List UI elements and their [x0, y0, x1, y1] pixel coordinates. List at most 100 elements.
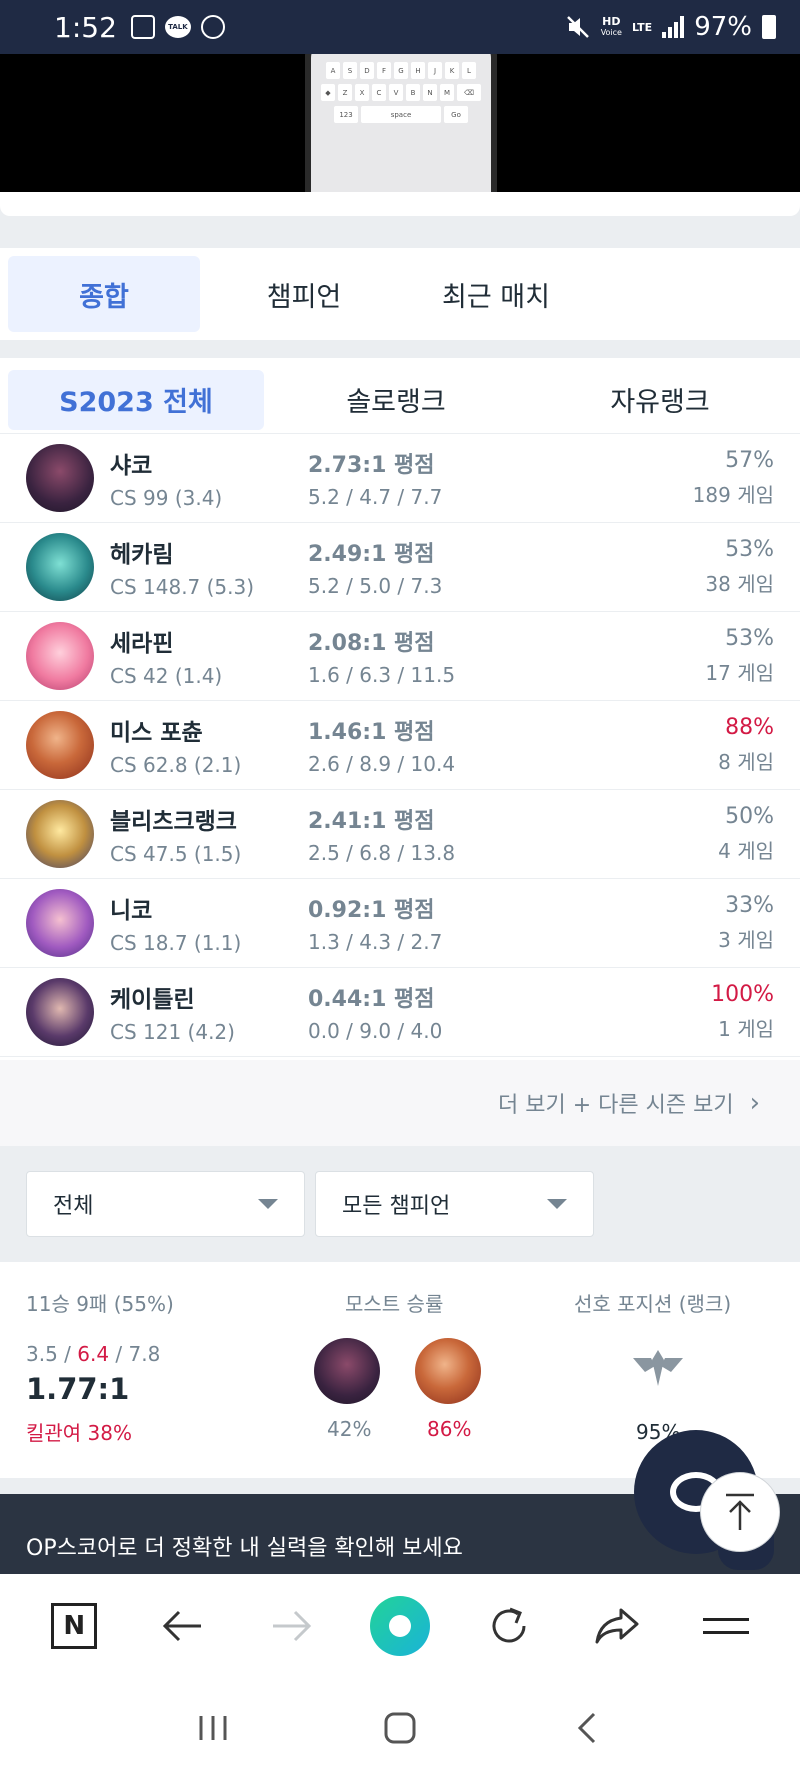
tab-solo-rank[interactable]: 솔로랭크: [264, 370, 528, 430]
champion-row[interactable]: 니코 CS 18.7 (1.1) 0.92:1 평점 1.3 / 4.3 / 2…: [0, 879, 800, 968]
key: D: [360, 62, 374, 79]
key: L: [462, 62, 476, 79]
champion-row[interactable]: 블리츠크랭크 CS 47.5 (1.5) 2.41:1 평점 2.5 / 6.8…: [0, 790, 800, 879]
most-champion-avatar[interactable]: [415, 1338, 481, 1404]
lte-icon: LTE: [631, 20, 653, 34]
champion-games: 8 게임: [718, 750, 774, 774]
most-winrate-label: 모스트 승률: [345, 1292, 444, 1316]
key: G: [394, 62, 408, 79]
arrow-right-icon: [273, 1610, 312, 1642]
champion-kda: 2.49:1 평점 5.2 / 5.0 / 7.3: [308, 536, 548, 598]
champion-kda-ratio: 2.49:1 평점: [308, 542, 435, 567]
average-kda: 3.5 / 6.4 / 7.8: [26, 1342, 161, 1366]
champion-games: 3 게임: [718, 928, 774, 952]
key: F: [377, 62, 391, 79]
banner-text: OP스코어로 더 정확한 내 실력을 확인해 보세요: [26, 1536, 463, 1561]
champion-games: 17 게임: [705, 661, 774, 685]
champion-games: 1 게임: [718, 1017, 774, 1041]
keyboard-row-1: A S D F G H J K L: [319, 62, 483, 79]
kill-participation: 킬관여 38%: [26, 1421, 133, 1445]
champion-info: 케이틀린 CS 121 (4.2): [110, 980, 300, 1044]
most-champion-avatar[interactable]: [314, 1338, 380, 1404]
main-tabs: 종합 챔피언 최근 매치: [0, 248, 800, 340]
home-icon: [384, 1712, 416, 1744]
champion-name: 미스 포츈: [110, 720, 203, 746]
champion-row[interactable]: 미스 포츈 CS 62.8 (2.1) 1.46:1 평점 2.6 / 8.9 …: [0, 701, 800, 790]
hd-voice-icon: HD Voice: [601, 16, 622, 38]
status-bar: 1:52 TALK HD Voice LTE 97%: [0, 0, 800, 54]
battery-icon: [762, 15, 776, 39]
champion-select[interactable]: 모든 챔피언: [315, 1171, 594, 1237]
champion-kda: 2.73:1 평점 5.2 / 4.7 / 7.7: [308, 447, 548, 509]
champion-winrate: 33%: [725, 893, 774, 918]
tab-champion[interactable]: 챔피언: [208, 256, 400, 332]
video-player[interactable]: A S D F G H J K L ◆ Z X C V B N M ⌫ 123 …: [0, 54, 800, 192]
queue-select[interactable]: 전체: [26, 1171, 305, 1237]
tab-flex-rank[interactable]: 자유랭크: [528, 370, 792, 430]
status-time: 1:52: [54, 10, 117, 44]
tab-recent-matches[interactable]: 최근 매치: [400, 256, 592, 332]
champion-kda: 0.44:1 평점 0.0 / 9.0 / 4.0: [308, 981, 548, 1043]
champion-kda-ratio: 2.41:1 평점: [308, 809, 435, 834]
champion-row[interactable]: 세라핀 CS 42 (1.4) 2.08:1 평점 1.6 / 6.3 / 11…: [0, 612, 800, 701]
champion-kda-stats: 0.0 / 9.0 / 4.0: [308, 1019, 443, 1043]
champion-info: 샤코 CS 99 (3.4): [110, 446, 300, 510]
browser-toolbar: N: [0, 1574, 800, 1678]
scroll-to-top-button[interactable]: [700, 1472, 780, 1552]
avg-assists: 7.8: [128, 1342, 161, 1366]
signal-icon: [662, 16, 685, 38]
key: K: [445, 62, 459, 79]
keyboard-row-3: 123 space Go: [319, 106, 483, 123]
champion-winrate-col: 100% 1 게임: [711, 982, 774, 1042]
menu-button[interactable]: [696, 1596, 756, 1656]
phone-image: A S D F G H J K L ◆ Z X C V B N M ⌫ 123 …: [305, 54, 497, 192]
champion-info: 블리츠크랭크 CS 47.5 (1.5): [110, 802, 300, 866]
champion-kda-stats: 1.3 / 4.3 / 2.7: [308, 930, 443, 954]
champion-name: 블리츠크랭크: [110, 809, 237, 835]
share-button[interactable]: [587, 1596, 647, 1656]
reload-button[interactable]: [479, 1596, 539, 1656]
tab-summary[interactable]: 종합: [8, 256, 200, 332]
champion-cs: CS 47.5 (1.5): [110, 842, 242, 866]
hamburger-icon: [702, 1608, 749, 1644]
reload-icon: [492, 1607, 526, 1643]
green-dot-button[interactable]: [369, 1596, 430, 1656]
battery-percent: 97%: [694, 12, 752, 42]
key: M: [440, 84, 454, 101]
most-champion-winrate: 42%: [327, 1417, 372, 1441]
champion-kda-stats: 2.5 / 6.8 / 13.8: [308, 841, 456, 865]
champion-info: 니코 CS 18.7 (1.1): [110, 891, 300, 955]
kda-ratio: 1.77:1: [26, 1372, 130, 1406]
more-seasons-link[interactable]: 더 보기 + 다른 시즌 보기 ›: [0, 1060, 800, 1146]
home-button[interactable]: [370, 1698, 430, 1758]
naver-n-icon: N: [51, 1603, 98, 1649]
champion-kda: 1.46:1 평점 2.6 / 8.9 / 10.4: [308, 714, 548, 776]
key: X: [355, 84, 369, 101]
champion-winrate: 50%: [725, 804, 774, 829]
tab-season-all[interactable]: S2023 전체: [8, 369, 264, 430]
num-key: 123: [334, 106, 358, 123]
champion-winrate-col: 53% 38 게임: [705, 537, 774, 597]
video-bottom-strip: [0, 192, 800, 216]
arrow-left-icon: [162, 1610, 201, 1642]
back-button[interactable]: [153, 1596, 213, 1656]
champion-name: 세라핀: [110, 631, 174, 657]
share-icon: [595, 1608, 639, 1644]
system-back-button[interactable]: [557, 1698, 617, 1758]
champion-winrate-col: 88% 8 게임: [718, 715, 774, 775]
champion-row[interactable]: 케이틀린 CS 121 (4.2) 0.44:1 평점 0.0 / 9.0 / …: [0, 968, 800, 1057]
gallery-icon: [130, 15, 155, 39]
champion-winrate-col: 33% 3 게임: [718, 893, 774, 953]
champion-cs: CS 99 (3.4): [110, 486, 223, 510]
champion-winrate: 57%: [725, 448, 774, 473]
naver-home-button[interactable]: N: [44, 1596, 104, 1656]
go-key: Go: [444, 106, 468, 123]
champion-row[interactable]: 헤카림 CS 148.7 (5.3) 2.49:1 평점 5.2 / 5.0 /…: [0, 523, 800, 612]
champion-games: 189 게임: [692, 483, 774, 507]
chevron-right-icon: ›: [749, 1088, 760, 1118]
champion-kda-stats: 2.6 / 8.9 / 10.4: [308, 752, 456, 776]
champion-row[interactable]: 샤코 CS 99 (3.4) 2.73:1 평점 5.2 / 4.7 / 7.7…: [0, 434, 800, 523]
forward-button[interactable]: [261, 1596, 321, 1656]
more-seasons-label: 더 보기 + 다른 시즌 보기: [498, 1093, 734, 1118]
recent-apps-button[interactable]: [183, 1698, 243, 1758]
